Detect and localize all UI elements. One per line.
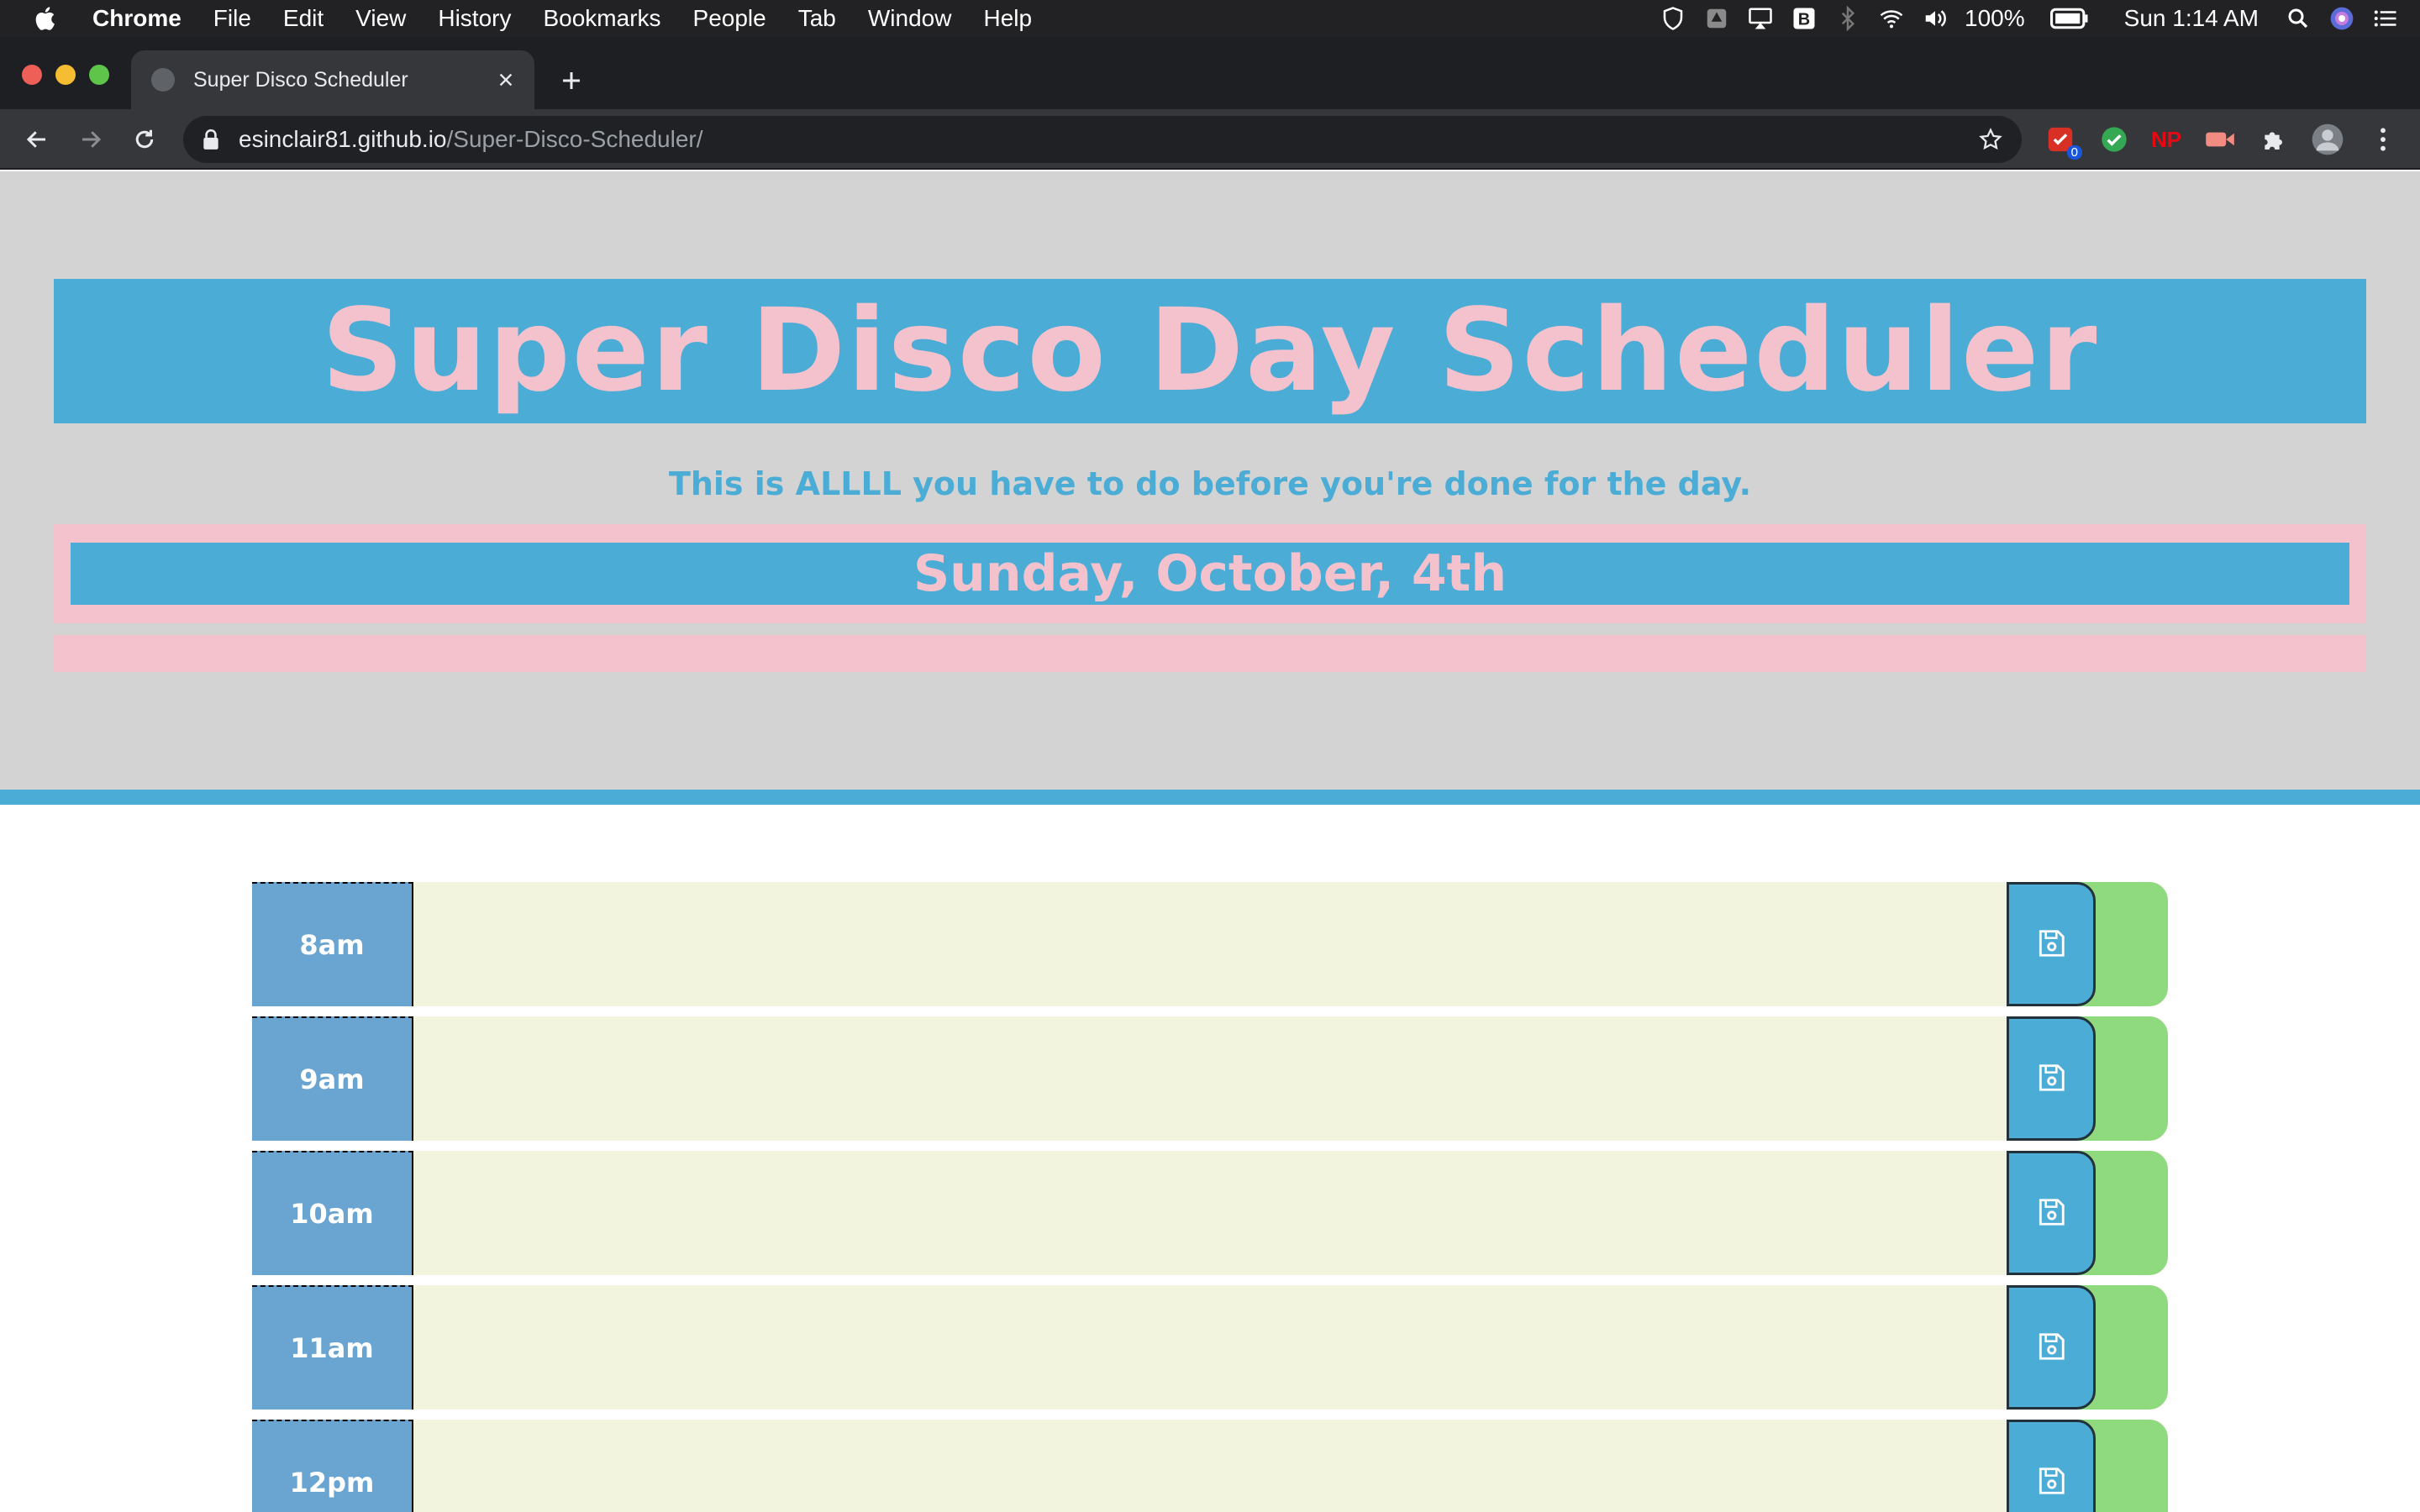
event-description-input[interactable]: [413, 1285, 2094, 1410]
lead-text: This is ALLLL you have to do before you'…: [668, 465, 1752, 502]
minimize-window-button[interactable]: [55, 65, 76, 85]
event-description-input[interactable]: [413, 882, 2094, 1006]
save-button[interactable]: [2007, 1016, 2096, 1141]
url-path: /Super-Disco-Scheduler/: [446, 126, 703, 152]
siri-icon[interactable]: [2328, 4, 2356, 33]
tab-close-icon[interactable]: [489, 63, 523, 97]
jumbotron-header: Super Disco Day Scheduler This is ALLLL …: [0, 171, 2420, 805]
url-host: esinclair81.github.io: [239, 126, 447, 152]
spotlight-search-icon[interactable]: [2284, 4, 2312, 33]
floppy-disk-save-icon: [2035, 1331, 2067, 1365]
event-description-input[interactable]: [413, 1420, 2094, 1512]
svg-text:B: B: [1798, 11, 1810, 29]
apple-menu-icon[interactable]: [32, 4, 60, 33]
floppy-disk-save-icon: [2035, 1196, 2067, 1231]
hour-label: 12pm: [252, 1420, 413, 1512]
privacy-extension-icon[interactable]: 0: [2044, 123, 2082, 160]
bookmark-star-icon[interactable]: [1976, 125, 2005, 154]
profile-avatar[interactable]: [2311, 123, 2344, 156]
menu-help[interactable]: Help: [983, 5, 1032, 32]
wifi-icon[interactable]: [1877, 4, 1906, 33]
close-window-button[interactable]: [22, 65, 42, 85]
save-button[interactable]: [2007, 1420, 2096, 1512]
airplay-icon[interactable]: [1746, 4, 1775, 33]
address-bar[interactable]: esinclair81.github.io /Super-Disco-Sched…: [183, 116, 2022, 163]
page-title: Super Disco Day Scheduler: [321, 285, 2099, 417]
extensions-puzzle-icon[interactable]: [2257, 123, 2291, 156]
hour-label: 9am: [252, 1016, 413, 1141]
time-block-row: 11am: [252, 1285, 2168, 1410]
menu-history[interactable]: History: [438, 5, 511, 32]
zoom-window-button[interactable]: [89, 65, 109, 85]
lock-icon[interactable]: [198, 127, 224, 152]
save-button[interactable]: [2007, 882, 2096, 1006]
menu-app-chrome[interactable]: Chrome: [92, 5, 182, 32]
battery-percent: 100%: [1965, 5, 2025, 31]
forward-arrow-icon[interactable]: [74, 123, 108, 156]
menu-file[interactable]: File: [213, 5, 251, 32]
menu-tab[interactable]: Tab: [798, 5, 836, 32]
tab-strip: Super Disco Scheduler: [0, 37, 2420, 109]
save-button[interactable]: [2007, 1285, 2096, 1410]
np-extension-icon[interactable]: NP: [2149, 123, 2183, 156]
browser-tab-active[interactable]: Super Disco Scheduler: [131, 50, 534, 109]
new-tab-plus-icon[interactable]: [556, 66, 587, 96]
shield-icon[interactable]: [1659, 4, 1687, 33]
globe-favicon-icon: [151, 68, 175, 92]
floppy-disk-save-icon: [2035, 1465, 2067, 1499]
event-description-input[interactable]: [413, 1016, 2094, 1141]
hour-label: 10am: [252, 1151, 413, 1275]
web-page: Super Disco Day Scheduler This is ALLLL …: [0, 171, 2420, 1512]
back-arrow-icon[interactable]: [20, 123, 54, 156]
pink-divider-strip: [54, 635, 2366, 672]
np-extension-label: NP: [2150, 126, 2182, 152]
current-day-frame: Sunday, October, 4th: [54, 524, 2366, 623]
time-block-row: 9am: [252, 1016, 2168, 1141]
save-button[interactable]: [2007, 1151, 2096, 1275]
menu-window[interactable]: Window: [868, 5, 952, 32]
macos-menu-bar: Chrome File Edit View History Bookmarks …: [0, 0, 2420, 37]
event-description-input[interactable]: [413, 1151, 2094, 1275]
floppy-disk-save-icon: [2035, 927, 2067, 962]
time-block-row: 10am: [252, 1151, 2168, 1275]
tab-title: Super Disco Scheduler: [193, 67, 408, 92]
notification-center-icon[interactable]: [2371, 4, 2400, 33]
browser-toolbar: esinclair81.github.io /Super-Disco-Sched…: [0, 109, 2420, 170]
green-check-extension-icon[interactable]: [2097, 123, 2131, 156]
time-block-row: 12pm: [252, 1420, 2168, 1512]
time-block-list: 8am 9am 10am 11am 12pm: [252, 882, 2168, 1512]
menu-edit[interactable]: Edit: [283, 5, 324, 32]
battery-icon[interactable]: [2049, 4, 2089, 33]
menu-bookmarks[interactable]: Bookmarks: [543, 5, 660, 32]
volume-icon[interactable]: [1921, 4, 1949, 33]
menu-people[interactable]: People: [693, 5, 766, 32]
bold-b-icon[interactable]: B: [1790, 4, 1818, 33]
reload-icon[interactable]: [128, 123, 161, 156]
menu-view[interactable]: View: [355, 5, 406, 32]
drive-icon[interactable]: [1702, 4, 1731, 33]
title-band: Super Disco Day Scheduler: [54, 279, 2366, 423]
current-day: Sunday, October, 4th: [71, 543, 2349, 605]
hour-label: 11am: [252, 1285, 413, 1410]
menubar-clock[interactable]: Sun 1:14 AM: [2124, 5, 2259, 32]
floppy-disk-save-icon: [2035, 1062, 2067, 1096]
video-extension-icon[interactable]: [2203, 123, 2237, 156]
hour-label: 8am: [252, 882, 413, 1006]
chrome-menu-kebab-icon[interactable]: [2366, 123, 2400, 156]
time-block-row: 8am: [252, 882, 2168, 1006]
bluetooth-icon[interactable]: [1833, 4, 1862, 33]
extension-badge-count: 0: [2066, 145, 2082, 160]
